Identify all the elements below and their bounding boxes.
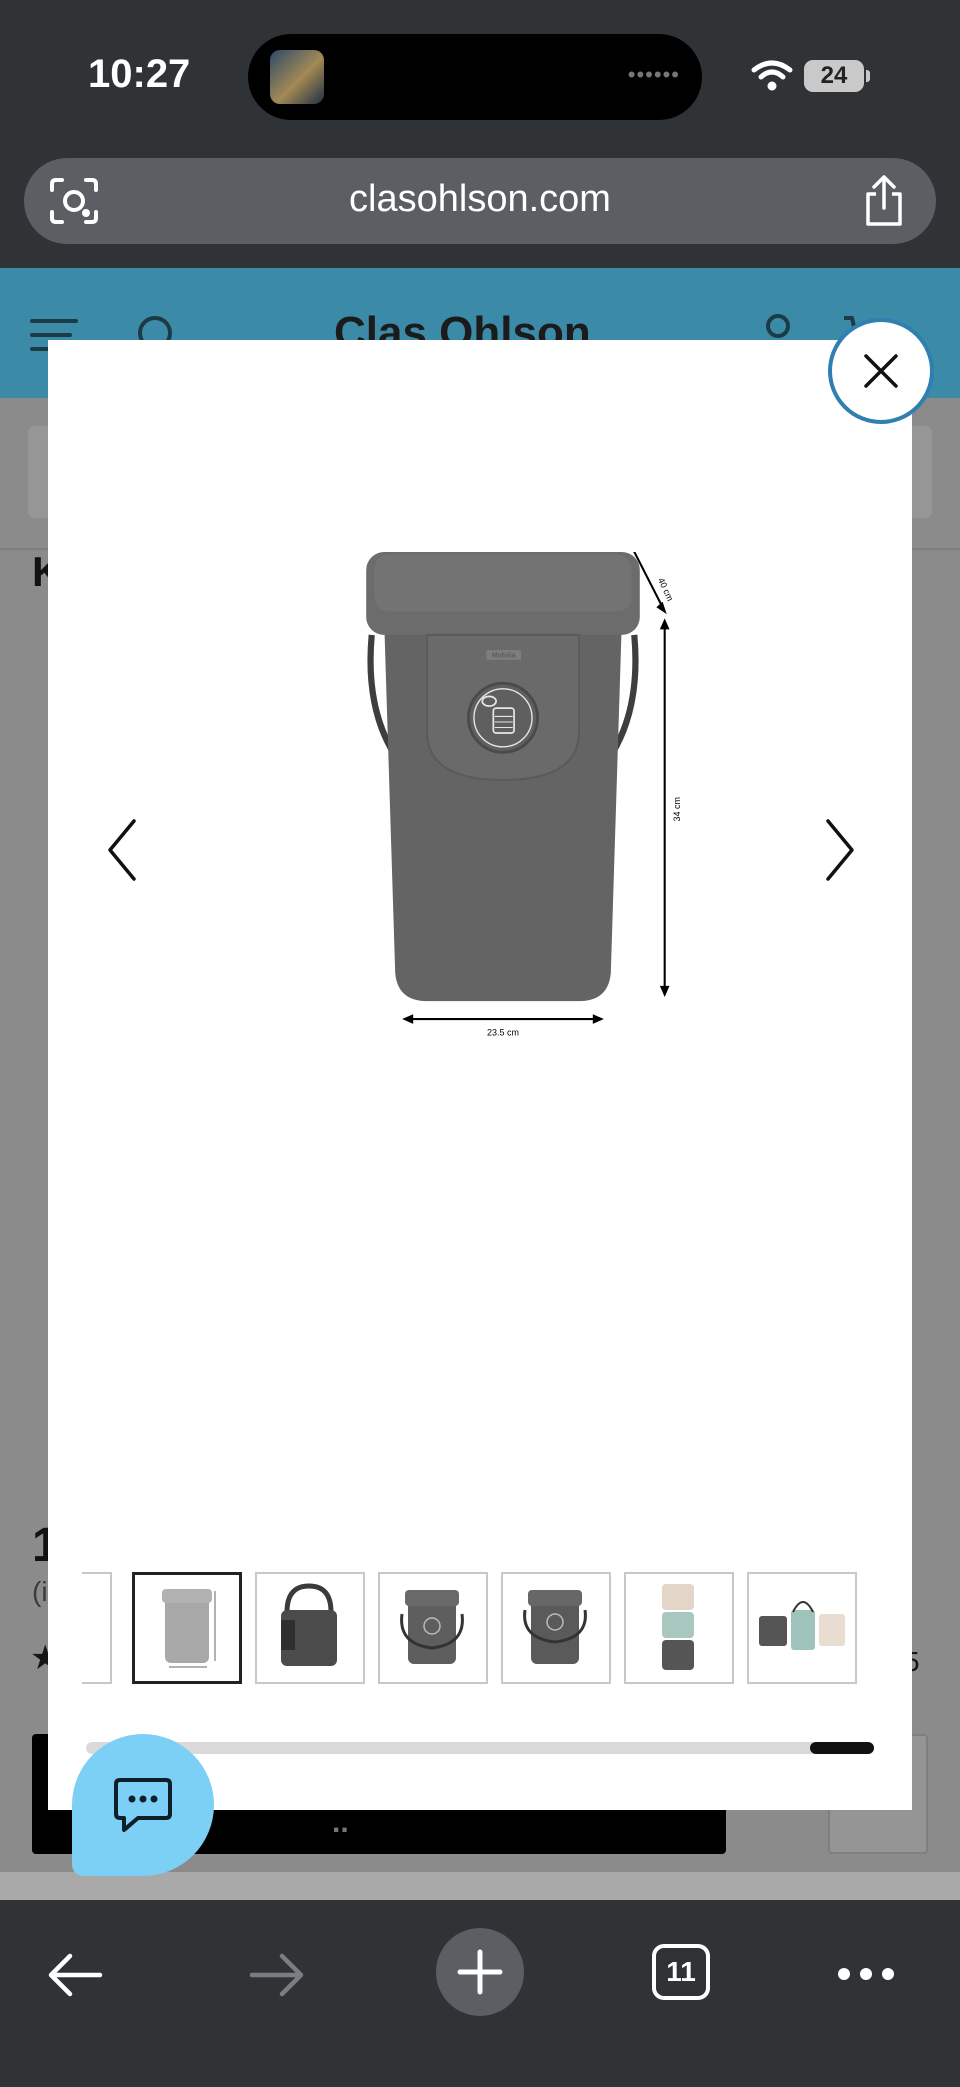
site-footer-edge bbox=[0, 1872, 960, 1900]
dimension-height-label: 34 cm bbox=[672, 797, 682, 821]
thumbnail-strip[interactable] bbox=[82, 1572, 862, 1684]
battery-icon: 24 bbox=[804, 60, 864, 92]
chevron-left-icon bbox=[108, 819, 136, 881]
thumbnail-stacked-bins[interactable] bbox=[624, 1572, 734, 1684]
stacked-bins-thumbnail-image bbox=[662, 1584, 694, 1670]
share-icon[interactable] bbox=[860, 174, 908, 228]
gallery-scroll-track[interactable] bbox=[86, 1742, 874, 1754]
browser-toolbar: 11 bbox=[0, 1900, 960, 2087]
status-time: 10:27 bbox=[88, 52, 191, 96]
address-bar[interactable]: clasohlson.com bbox=[24, 158, 936, 244]
battery-nub bbox=[866, 70, 870, 82]
tote-thumbnail-image bbox=[281, 1583, 337, 1666]
next-image-button[interactable] bbox=[818, 815, 862, 885]
back-arrow-icon[interactable] bbox=[46, 1950, 104, 2000]
dimension-width-label: 23.5 cm bbox=[487, 1028, 519, 1038]
now-playing-artwork bbox=[270, 50, 324, 104]
thumbnail-partial[interactable] bbox=[82, 1572, 112, 1684]
thumbnail-bin-set[interactable] bbox=[747, 1572, 857, 1684]
chat-bubble-icon bbox=[114, 1778, 172, 1832]
close-icon bbox=[864, 354, 898, 388]
url-text[interactable]: clasohlson.com bbox=[24, 178, 936, 221]
status-bar: 10:27 •••••• 24 bbox=[0, 0, 960, 150]
thumbnail-dimensions[interactable] bbox=[132, 1572, 242, 1684]
thumbnail-tote[interactable] bbox=[255, 1572, 365, 1684]
new-tab-button[interactable] bbox=[436, 1928, 524, 2016]
product-image: Mobilia 40 cm 34 cm 23.5 cm bbox=[366, 552, 682, 1038]
bin-set-thumbnail-image bbox=[759, 1601, 845, 1650]
chat-button[interactable] bbox=[72, 1734, 214, 1876]
brand-label: Mobilia bbox=[492, 653, 516, 660]
chevron-right-icon bbox=[826, 819, 854, 881]
gallery-scroll-thumb[interactable] bbox=[810, 1742, 874, 1754]
close-button[interactable] bbox=[828, 318, 934, 424]
bin-thumbnail-image bbox=[162, 1589, 216, 1668]
thumbnail-bin-front[interactable] bbox=[378, 1572, 488, 1684]
bin-front-thumbnail-image bbox=[400, 1590, 464, 1664]
previous-image-button[interactable] bbox=[100, 815, 144, 885]
plus-icon bbox=[457, 1949, 503, 1995]
dynamic-island: •••••• bbox=[248, 34, 702, 120]
tabs-icon[interactable]: 11 bbox=[652, 1944, 710, 2000]
more-icon[interactable] bbox=[836, 1962, 896, 1986]
forward-arrow-icon bbox=[249, 1953, 304, 1997]
price-note: (i bbox=[32, 1576, 48, 1607]
bin-side-thumbnail-image bbox=[523, 1590, 587, 1664]
add-to-cart-label: .. bbox=[332, 1806, 349, 1839]
now-playing-dots: •••••• bbox=[627, 62, 680, 87]
wifi-icon bbox=[751, 60, 793, 91]
thumbnail-bin-side[interactable] bbox=[501, 1572, 611, 1684]
